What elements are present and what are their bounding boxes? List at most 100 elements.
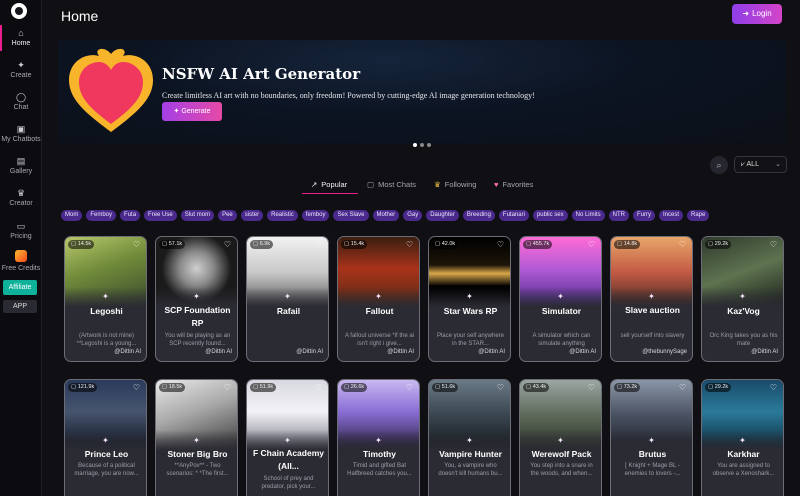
sidebar-item-creator[interactable]: ♛ Creator: [0, 187, 42, 208]
character-description: **AnyPov** - Two scenarios: * *The first…: [166, 463, 229, 477]
character-card[interactable]: ▢ 73.2k ♡ ✦ Brutus [ Knight + Mage BL - enem…: [610, 379, 693, 496]
tab-popular[interactable]: ↗ Popular: [311, 180, 347, 189]
tag-chip[interactable]: Sex Slave: [333, 210, 369, 221]
tab-label: Favorites: [502, 180, 534, 189]
filter-select[interactable]: ⩗ ALL ⌄: [734, 156, 787, 173]
tag-chip[interactable]: No Limits: [571, 210, 605, 221]
favorite-heart-icon[interactable]: ♡: [404, 239, 415, 250]
tag-chip[interactable]: Femboy: [86, 210, 117, 221]
favorite-heart-icon[interactable]: ♡: [222, 239, 233, 250]
app-button[interactable]: APP: [3, 300, 37, 313]
character-name: Kaz'Vog: [727, 306, 760, 316]
favorite-heart-icon[interactable]: ♡: [131, 239, 142, 250]
character-author[interactable]: @Dittin AI: [387, 349, 414, 355]
generate-button[interactable]: ✦ Generate: [162, 102, 222, 121]
tag-chip[interactable]: sister: [240, 210, 264, 221]
login-button[interactable]: ➜ Login: [732, 4, 782, 24]
app-logo[interactable]: [11, 3, 27, 19]
favorite-heart-icon[interactable]: ♡: [677, 239, 688, 250]
login-icon: ➜: [742, 9, 750, 18]
favorite-heart-icon[interactable]: ♡: [404, 382, 415, 393]
sidebar-item-pricing[interactable]: ▭ Pricing: [0, 220, 42, 241]
tag-chip[interactable]: Incest: [658, 210, 683, 221]
sparkle-icon: ✦: [284, 436, 291, 445]
tag-chip[interactable]: Slut mom: [180, 210, 215, 221]
carousel-dots: [413, 134, 434, 152]
favorite-heart-icon[interactable]: ♡: [313, 239, 324, 250]
sidebar-item-label: Gallery: [9, 168, 33, 175]
character-author[interactable]: @Dittin AI: [569, 349, 596, 355]
tag-chip[interactable]: Futanari: [498, 210, 529, 221]
favorite-heart-icon[interactable]: ♡: [131, 382, 142, 393]
character-card[interactable]: ▢ 57.1k ♡ ✦ SCP Foundation RP You will be pl…: [155, 236, 238, 362]
carousel-dot[interactable]: [420, 143, 424, 147]
character-card[interactable]: ▢ 51.6k ♡ ✦ Vampire Hunter You, a vampire wh…: [428, 379, 511, 496]
tag-chip[interactable]: Furry: [632, 210, 655, 221]
favorite-heart-icon[interactable]: ♡: [222, 382, 233, 393]
character-author[interactable]: @Dittin AI: [478, 349, 505, 355]
sparkle-icon: ✦: [648, 292, 655, 301]
favorite-heart-icon[interactable]: ♡: [768, 382, 779, 393]
character-author[interactable]: @Dittin AI: [205, 349, 232, 355]
tab-following[interactable]: ♛ Following: [434, 180, 476, 189]
favorite-heart-icon[interactable]: ♡: [586, 382, 597, 393]
tag-chip[interactable]: Free Use: [144, 210, 177, 221]
carousel-dot[interactable]: [427, 143, 431, 147]
carousel-dot[interactable]: [413, 143, 417, 147]
tag-chip[interactable]: public sex: [532, 210, 568, 221]
favorite-heart-icon[interactable]: ♡: [313, 382, 324, 393]
search-button[interactable]: ⌕: [710, 156, 728, 174]
character-card[interactable]: ▢ 29.2k ♡ ✦ Karkhar You are assigned to obse…: [701, 379, 784, 496]
sidebar-item-home[interactable]: ⌂ Home: [0, 25, 42, 51]
search-icon: ⌕: [716, 160, 722, 170]
favorite-heart-icon[interactable]: ♡: [768, 239, 779, 250]
favorite-heart-icon[interactable]: ♡: [495, 382, 506, 393]
sidebar-item-chat[interactable]: ◯ Chat: [0, 91, 42, 112]
tag-chip[interactable]: Mom: [61, 210, 83, 221]
favorite-heart-icon[interactable]: ♡: [495, 239, 506, 250]
tag-chip[interactable]: Rape: [687, 210, 710, 221]
character-card[interactable]: ▢ 51.9k ♡ ✦ F Chain Academy (All... School o…: [246, 379, 329, 496]
sidebar-item-label: Chat: [13, 104, 29, 111]
character-card[interactable]: ▢ 15.4k ♡ ✦ Fallout A fallout universe *if t…: [337, 236, 420, 362]
character-card[interactable]: ▢ 14.5k ♡ ✦ Legoshi (Artwork is not mine) **…: [64, 236, 147, 362]
character-card[interactable]: ▢ 18.5k ♡ ✦ Stoner Big Bro **AnyPov** - Two …: [155, 379, 238, 496]
character-author[interactable]: @Dittin AI: [751, 349, 778, 355]
favorite-heart-icon[interactable]: ♡: [586, 239, 597, 250]
tag-chip[interactable]: NTR: [608, 210, 629, 221]
character-card[interactable]: ▢ 14.8k ♡ ✦ Slave auction sell yourself into…: [610, 236, 693, 362]
character-card[interactable]: ▢ 455.7k ♡ ✦ Simulator A simulator which can…: [519, 236, 602, 362]
chat-count-badge: ▢ 73.2k: [614, 383, 641, 392]
character-card[interactable]: ▢ 121.9k ♡ ✦ Prince Leo Because of a politic…: [64, 379, 147, 496]
sidebar-item-free-credits[interactable]: Free Credits: [0, 250, 42, 273]
character-author[interactable]: @Dittin AI: [114, 349, 141, 355]
character-name: Rafail: [276, 306, 301, 316]
tag-chip[interactable]: Breeding: [462, 210, 495, 221]
tag-chip[interactable]: Gay: [403, 210, 423, 221]
chat-count-badge: ▢ 26.6k: [341, 383, 368, 392]
tag-chip[interactable]: femboy: [301, 210, 330, 221]
character-card[interactable]: ▢ 29.2k ♡ ✦ Kaz'Vog Orc King takes you as hi…: [701, 236, 784, 362]
tab-most-chats[interactable]: ▢ Most Chats: [367, 180, 416, 189]
character-author[interactable]: @Dittin AI: [296, 349, 323, 355]
character-card[interactable]: ▢ 6.9k ♡ ✦ Rafail @Dittin AI: [246, 236, 329, 362]
chat-count-badge: ▢ 57.1k: [159, 240, 186, 249]
affiliate-button[interactable]: Affiliate: [3, 280, 37, 295]
character-author[interactable]: @thebunnySage: [642, 349, 687, 355]
character-description: You will be playing as an SCP recently f…: [164, 333, 231, 347]
character-name: Brutus: [638, 449, 667, 459]
character-name: Legoshi: [90, 306, 123, 316]
favorite-heart-icon[interactable]: ♡: [677, 382, 688, 393]
tag-chip[interactable]: Mother: [372, 210, 400, 221]
character-card[interactable]: ▢ 42.0k ♡ ✦ Star Wars RP Place your self any…: [428, 236, 511, 362]
tag-chip[interactable]: Pee: [218, 210, 237, 221]
tag-chip[interactable]: Futa: [120, 210, 141, 221]
tag-chip[interactable]: Daughter: [426, 210, 459, 221]
sidebar-item-my-chatbots[interactable]: ▣ My Chatbots: [0, 123, 42, 144]
sidebar-item-create[interactable]: ✦ Create: [0, 59, 42, 80]
tab-favorites[interactable]: ♥ Favorites: [494, 180, 533, 189]
tag-chip[interactable]: Realistic: [267, 210, 298, 221]
sidebar-item-gallery[interactable]: ▤ Gallery: [0, 155, 42, 176]
character-card[interactable]: ▢ 43.4k ♡ ✦ Werewolf Pack You step into a sn…: [519, 379, 602, 496]
character-card[interactable]: ▢ 26.6k ♡ ✦ Timothy Timid and gifted Bat Hal…: [337, 379, 420, 496]
